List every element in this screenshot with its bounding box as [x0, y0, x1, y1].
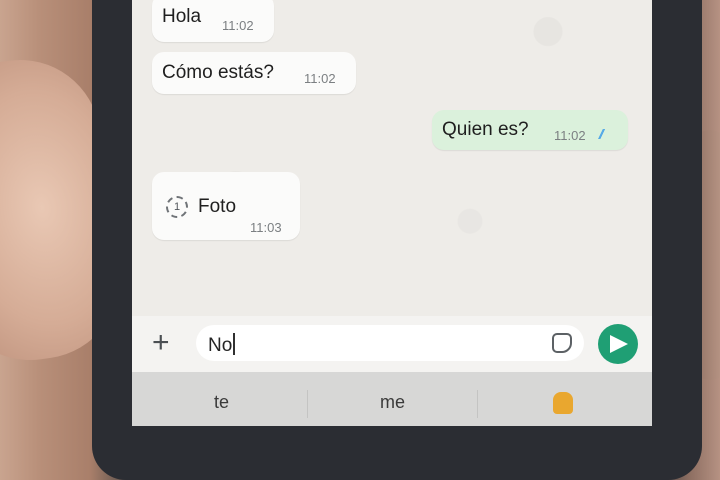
- text-caret: [233, 333, 236, 355]
- send-button[interactable]: [598, 324, 638, 364]
- message-text: Quien es?: [442, 119, 529, 140]
- view-once-icon: 1: [166, 196, 188, 218]
- sticker-icon[interactable]: [552, 333, 572, 353]
- suggestion-item[interactable]: te: [214, 392, 229, 413]
- chat-background: [132, 0, 652, 316]
- message-input[interactable]: No: [196, 325, 584, 361]
- message-text: Hola: [162, 6, 202, 27]
- message-composer: + No: [132, 316, 652, 372]
- message-bubble-incoming[interactable]: Hola 11:02: [152, 0, 274, 42]
- thumbs-down-emoji-icon[interactable]: [553, 392, 573, 414]
- suggestion-divider: [307, 390, 308, 418]
- message-time: 11:02: [304, 71, 336, 86]
- suggestion-item[interactable]: me: [380, 392, 405, 413]
- message-time: 11:02: [222, 18, 254, 33]
- plus-icon[interactable]: +: [152, 328, 170, 358]
- message-input-value: No: [208, 333, 236, 357]
- chat-screen: Hola 11:02 Cómo estás? 11:02 Quien es? 1…: [132, 0, 652, 426]
- message-text: Foto: [198, 196, 237, 217]
- message-bubble-incoming[interactable]: Cómo estás? 11:02: [152, 52, 356, 94]
- suggestion-divider: [477, 390, 478, 418]
- message-text: Cómo estás?: [162, 62, 274, 83]
- keyboard-suggestion-bar: te me: [132, 372, 652, 426]
- send-icon: [610, 335, 628, 353]
- message-bubble-photo[interactable]: 1 Foto 11:03: [152, 172, 300, 240]
- message-time: 11:03: [250, 220, 282, 235]
- message-time: 11:02: [554, 128, 586, 143]
- message-bubble-outgoing[interactable]: Quien es? 11:02 //: [432, 110, 628, 150]
